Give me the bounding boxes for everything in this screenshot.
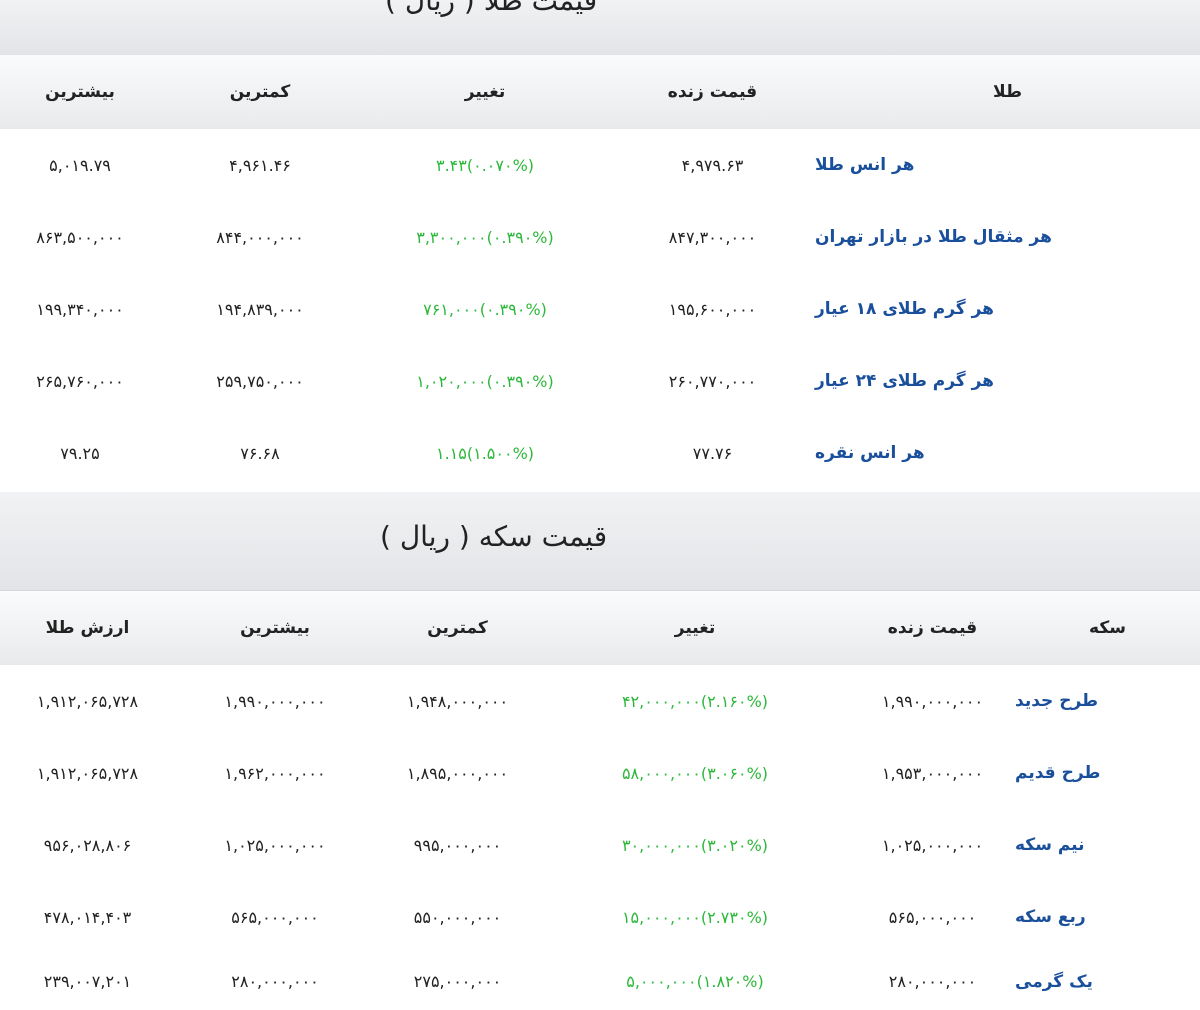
coin-table-row: ۹۵۶,۰۲۸,۸۰۶ ۱,۰۲۵,۰۰۰,۰۰۰ ۹۹۵,۰۰۰,۰۰۰ (۳… [0, 809, 1200, 882]
coin-gold-value: ۲۳۹,۰۰۷,۲۰۱ [43, 972, 132, 991]
gold-table-header: بیشترین کمترین تغییر قیمت زنده طلا [0, 55, 1200, 130]
coin-table-row: ۱,۹۱۲,۰۶۵,۷۲۸ ۱,۹۹۰,۰۰۰,۰۰۰ ۱,۹۴۸,۰۰۰,۰۰… [0, 665, 1200, 738]
coin-item-link[interactable]: ربع سکه [1015, 881, 1200, 953]
gold-live-price: ۲۶۰,۷۷۰,۰۰۰ [668, 371, 757, 391]
gold-section-title-bar: قیمت طلا ( ریال ) [0, 0, 1200, 56]
coin-section-title: قیمت سکه ( ریال ) [380, 520, 608, 553]
coin-item-link[interactable]: نیم سکه [1015, 809, 1200, 881]
coin-low: ۹۹۵,۰۰۰,۰۰۰ [413, 835, 502, 855]
coin-low: ۵۵۰,۰۰۰,۰۰۰ [413, 907, 502, 927]
coin-change: (۳.۰۲۰%)۳۰,۰۰۰,۰۰۰ [621, 835, 769, 855]
gold-change: (۱.۵۰۰%)۱.۱۵ [435, 443, 535, 463]
gold-header-high: بیشترین [45, 82, 115, 102]
coin-live-price: ۱,۹۵۳,۰۰۰,۰۰۰ [881, 763, 984, 783]
gold-item-link[interactable]: هر گرم طلای ۲۴ عیار [815, 345, 1200, 417]
coin-high: ۱,۹۶۲,۰۰۰,۰۰۰ [224, 763, 326, 783]
gold-change: (۰.۳۹۰%)۱,۰۲۰,۰۰۰ [416, 371, 554, 391]
gold-item-link[interactable]: هر گرم طلای ۱۸ عیار [815, 273, 1200, 345]
gold-live-price: ۱۹۵,۶۰۰,۰۰۰ [668, 299, 757, 319]
coin-gold-value: ۱,۹۱۲,۰۶۵,۷۲۸ [36, 691, 139, 711]
coin-table-row: ۱,۹۱۲,۰۶۵,۷۲۸ ۱,۹۶۲,۰۰۰,۰۰۰ ۱,۸۹۵,۰۰۰,۰۰… [0, 737, 1200, 810]
gold-item-link[interactable]: هر انس طلا [815, 129, 1200, 201]
gold-live-price: ۷۷.۷۶ [692, 443, 733, 463]
coin-gold-value: ۹۵۶,۰۲۸,۸۰۶ [43, 835, 132, 855]
gold-high: ۱۹۹,۳۴۰,۰۰۰ [36, 299, 124, 319]
gold-table-row: ۷۹.۲۵ ۷۶.۶۸ (۱.۵۰۰%)۱.۱۵ ۷۷.۷۶ هر انس نق… [0, 417, 1200, 489]
gold-change: (۰.۳۹۰%)۷۶۱,۰۰۰ [423, 299, 547, 319]
gold-header-low: کمترین [229, 82, 291, 102]
coin-high: ۱,۰۲۵,۰۰۰,۰۰۰ [224, 835, 326, 855]
gold-live-price: ۸۴۷,۳۰۰,۰۰۰ [668, 227, 757, 247]
coin-high: ۲۸۰,۰۰۰,۰۰۰ [231, 972, 319, 991]
gold-low: ۸۴۴,۰۰۰,۰۰۰ [216, 227, 304, 247]
gold-table-row: ۲۶۵,۷۶۰,۰۰۰ ۲۵۹,۷۵۰,۰۰۰ (۰.۳۹۰%)۱,۰۲۰,۰۰… [0, 345, 1200, 418]
gold-live-price: ۴,۹۷۹.۶۳ [681, 155, 744, 175]
coin-table-row: ۲۳۹,۰۰۷,۲۰۱ ۲۸۰,۰۰۰,۰۰۰ ۲۷۵,۰۰۰,۰۰۰ (۱.۸… [0, 953, 1200, 1010]
coin-gold-value: ۴۷۸,۰۱۴,۴۰۳ [43, 907, 132, 927]
coin-section-title-bar: قیمت سکه ( ریال ) [0, 492, 1200, 591]
gold-table-row: ۱۹۹,۳۴۰,۰۰۰ ۱۹۴,۸۳۹,۰۰۰ (۰.۳۹۰%)۷۶۱,۰۰۰ … [0, 273, 1200, 346]
gold-high: ۷۹.۲۵ [60, 443, 100, 463]
gold-high: ۲۶۵,۷۶۰,۰۰۰ [36, 371, 124, 391]
coin-change: (۱.۸۲۰%)۵,۰۰۰,۰۰۰ [626, 972, 764, 991]
coin-high: ۵۶۵,۰۰۰,۰۰۰ [231, 907, 319, 927]
gold-item-link[interactable]: هر انس نقره [815, 417, 1200, 489]
gold-header-name: طلا [993, 82, 1022, 102]
coin-gold-value: ۱,۹۱۲,۰۶۵,۷۲۸ [36, 763, 139, 783]
coin-high: ۱,۹۹۰,۰۰۰,۰۰۰ [224, 691, 326, 711]
coin-header-gold-value: ارزش طلا [45, 618, 130, 638]
gold-item-link[interactable]: هر مثقال طلا در بازار تهران [815, 201, 1200, 273]
coin-live-price: ۱,۰۲۵,۰۰۰,۰۰۰ [881, 835, 984, 855]
coin-header-name: سکه [1089, 618, 1126, 638]
coin-low: ۱,۸۹۵,۰۰۰,۰۰۰ [406, 763, 509, 783]
gold-table-row: ۸۶۳,۵۰۰,۰۰۰ ۸۴۴,۰۰۰,۰۰۰ (۰.۳۹۰%)۳,۳۰۰,۰۰… [0, 201, 1200, 274]
gold-high: ۵,۰۱۹.۷۹ [49, 155, 111, 175]
coin-header-live: قیمت زنده [887, 618, 978, 638]
coin-live-price: ۲۸۰,۰۰۰,۰۰۰ [888, 972, 977, 991]
coin-item-link[interactable]: طرح جدید [1015, 665, 1200, 737]
gold-low: ۴,۹۶۱.۴۶ [229, 155, 291, 175]
gold-header-live: قیمت زنده [667, 82, 758, 102]
coin-item-link[interactable]: یک گرمی [1015, 953, 1200, 1010]
gold-section-title: قیمت طلا ( ریال ) [385, 0, 598, 17]
coin-header-change: تغییر [674, 618, 716, 638]
coin-change: (۲.۱۶۰%)۴۲,۰۰۰,۰۰۰ [621, 691, 769, 711]
gold-change: (۰.۳۹۰%)۳,۳۰۰,۰۰۰ [416, 227, 554, 247]
gold-change: (۰.۰۷۰%)۳.۴۳ [435, 155, 535, 175]
coin-live-price: ۵۶۵,۰۰۰,۰۰۰ [888, 907, 977, 927]
gold-low: ۱۹۴,۸۳۹,۰۰۰ [216, 299, 304, 319]
gold-low: ۷۶.۶۸ [240, 443, 280, 463]
coin-header-low: کمترین [427, 618, 488, 638]
coin-header-high: بیشترین [240, 618, 310, 638]
coin-change: (۲.۷۳۰%)۱۵,۰۰۰,۰۰۰ [621, 907, 769, 927]
gold-high: ۸۶۳,۵۰۰,۰۰۰ [36, 227, 124, 247]
coin-low: ۲۷۵,۰۰۰,۰۰۰ [413, 972, 502, 991]
coin-live-price: ۱,۹۹۰,۰۰۰,۰۰۰ [881, 691, 984, 711]
gold-header-change: تغییر [464, 82, 506, 102]
coin-table-row: ۴۷۸,۰۱۴,۴۰۳ ۵۶۵,۰۰۰,۰۰۰ ۵۵۰,۰۰۰,۰۰۰ (۲.۷… [0, 881, 1200, 954]
gold-table-row: ۵,۰۱۹.۷۹ ۴,۹۶۱.۴۶ (۰.۰۷۰%)۳.۴۳ ۴,۹۷۹.۶۳ … [0, 129, 1200, 202]
coin-item-link[interactable]: طرح قدیم [1015, 737, 1200, 809]
coin-table-header: ارزش طلا بیشترین کمترین تغییر قیمت زنده … [0, 591, 1200, 666]
gold-low: ۲۵۹,۷۵۰,۰۰۰ [216, 371, 304, 391]
coin-low: ۱,۹۴۸,۰۰۰,۰۰۰ [406, 691, 509, 711]
coin-change: (۳.۰۶۰%)۵۸,۰۰۰,۰۰۰ [621, 763, 769, 783]
